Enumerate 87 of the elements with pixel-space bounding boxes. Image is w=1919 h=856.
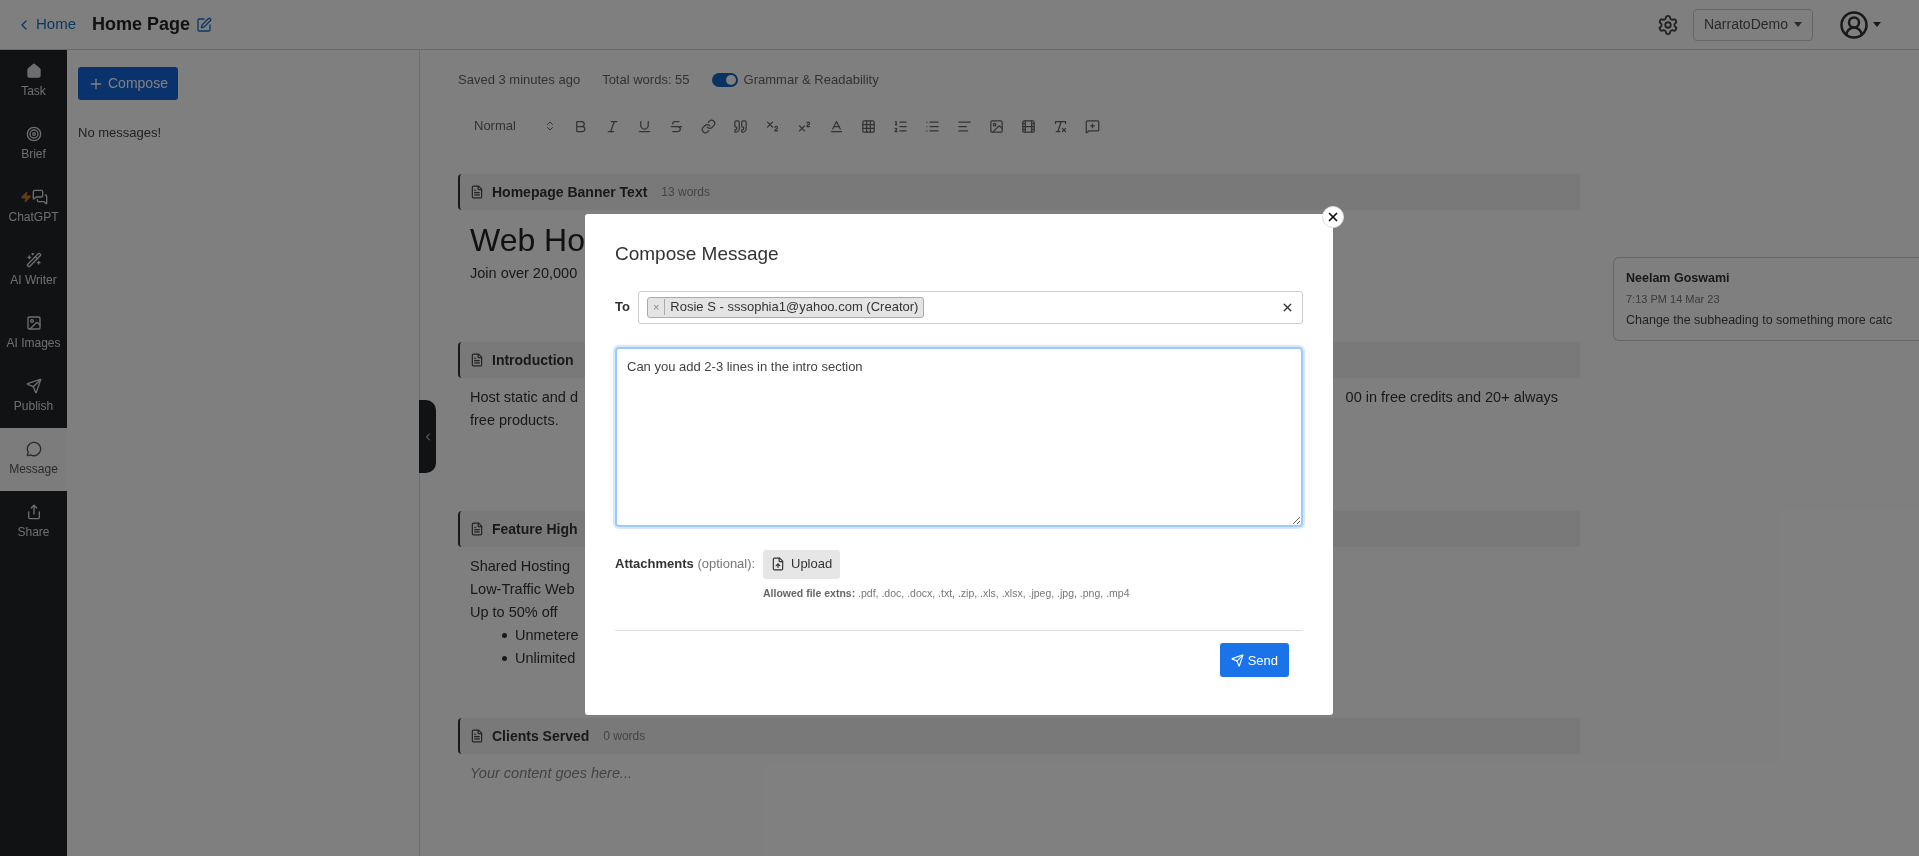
allowed-types: Allowed file extns: .pdf, .doc, .docx, .txt, .zip, .xls, .xlsx, .jpeg, .jpg, .png, .mp4 [763, 585, 1130, 601]
recipient-field[interactable]: × Rosie S - sssophia1@yahoo.com (Creator) [637, 290, 1303, 324]
remove-recipient[interactable]: × [647, 298, 666, 316]
align-left-icon[interactable] [956, 118, 972, 134]
content-field[interactable]: Your content goes here... [470, 762, 1558, 785]
sidebar-item[interactable]: Share [0, 491, 67, 554]
link-icon[interactable] [700, 118, 716, 134]
sidebar-item[interactable]: Task [0, 50, 67, 113]
style-select[interactable]: Normal [474, 116, 556, 136]
workspace-dropdown[interactable]: NarratoDemo [1692, 8, 1813, 41]
section-title: Homepage Banner Text [492, 182, 648, 202]
empty-message: No messages! [78, 124, 162, 142]
bolt-chat-icon [19, 189, 48, 205]
compose-button[interactable]: Compose [78, 67, 178, 100]
caret-icon[interactable] [1873, 22, 1881, 27]
paragraph-text: Up to 50% off [470, 603, 558, 622]
upload-button[interactable]: Upload [763, 549, 841, 579]
attachments-label: Attachments (optional): [615, 554, 757, 573]
image-icon [25, 315, 42, 331]
send-button[interactable]: Send [1219, 643, 1289, 678]
document-icon [470, 353, 484, 367]
document-icon [470, 185, 484, 199]
grammar-toggle[interactable] [711, 73, 738, 87]
document-icon [470, 522, 484, 536]
magic-wand-icon [25, 252, 42, 268]
settings-icon[interactable] [1656, 13, 1679, 36]
collapse-handle[interactable] [419, 400, 436, 473]
home-icon [25, 63, 42, 79]
comment-card[interactable]: Neelam Goswami 7:13 PM 14 Mar 23 Change the subheading to something more catc [1613, 257, 1919, 341]
comment-time: 7:13 PM 14 Mar 23 [1626, 291, 1720, 307]
word-total: Total words: 55 [602, 71, 690, 90]
share-icon [25, 504, 42, 520]
sidebar-item[interactable]: ChatGPT [0, 176, 67, 239]
paragraph-text: Join over 20,000 [470, 264, 578, 283]
close-button[interactable] [1322, 206, 1344, 228]
dialog-title: Compose Message [615, 242, 779, 266]
section-title: Feature High [492, 519, 578, 539]
target-icon [25, 126, 42, 142]
message-field[interactable]: Can you add 2-3 lines in the intro section [615, 346, 1303, 527]
sidebar-item[interactable]: AI Images [0, 302, 67, 365]
saved-status: Saved 3 minutes ago [458, 71, 581, 90]
clear-format-icon[interactable] [1052, 118, 1068, 134]
page-title: Home Page [92, 13, 191, 36]
recipient-chip[interactable]: × Rosie S - sssophia1@yahoo.com (Creator) [646, 296, 925, 318]
comment-author: Neelam Goswami [1626, 270, 1730, 287]
caret-icon [1794, 22, 1802, 27]
edit-icon[interactable] [196, 16, 213, 33]
comment-text: Change the subheading to something more catc [1626, 312, 1893, 330]
toggle-label: Grammar & Readability [743, 71, 879, 90]
section-title: Introduction [492, 350, 574, 370]
list-item-text: Unmetere [515, 626, 579, 645]
avatar-icon[interactable] [1839, 9, 1869, 40]
paragraph-text: Host static and d [470, 388, 578, 407]
sidebar-item[interactable]: Publish [0, 365, 67, 428]
paragraph-text: 00 in free credits and 20+ always [1345, 388, 1558, 407]
bullet-icon [502, 633, 507, 638]
document-icon [470, 729, 484, 743]
italic-icon[interactable] [604, 118, 620, 134]
paragraph-text: free products. [470, 411, 559, 430]
speech-bubble-icon [25, 441, 42, 457]
paper-plane-icon [25, 378, 42, 394]
numbered-list-icon[interactable] [892, 118, 908, 134]
paragraph-text: Shared Hosting [470, 557, 570, 576]
sidebar-item[interactable]: AI Writer [0, 239, 67, 302]
paper-plane-icon [1230, 653, 1244, 667]
grid-icon[interactable] [860, 118, 876, 134]
superscript-icon[interactable] [796, 118, 812, 134]
sidebar-item[interactable]: Brief [0, 113, 67, 176]
paragraph-text: Low-Traffic Web [470, 580, 575, 599]
file-upload-icon [771, 557, 785, 571]
text-color-icon[interactable] [828, 118, 844, 134]
back-link[interactable]: Home [16, 13, 76, 36]
list-item-text: Unlimited [515, 649, 576, 668]
close-icon [1326, 210, 1340, 224]
strikethrough-icon[interactable] [668, 118, 684, 134]
bullet-icon [502, 656, 507, 661]
banner-heading: Web Ho [470, 221, 585, 260]
to-label: To [615, 298, 630, 317]
bullet-list-icon[interactable] [924, 118, 940, 134]
film-icon[interactable] [1020, 118, 1036, 134]
image-icon[interactable] [988, 118, 1004, 134]
sidebar-item[interactable]: Message [0, 428, 67, 491]
quote-icon[interactable] [732, 118, 748, 134]
underline-icon[interactable] [636, 118, 652, 134]
subscript-icon[interactable] [764, 118, 780, 134]
add-comment-icon[interactable] [1084, 118, 1100, 134]
section-title: Clients Served [492, 726, 590, 746]
